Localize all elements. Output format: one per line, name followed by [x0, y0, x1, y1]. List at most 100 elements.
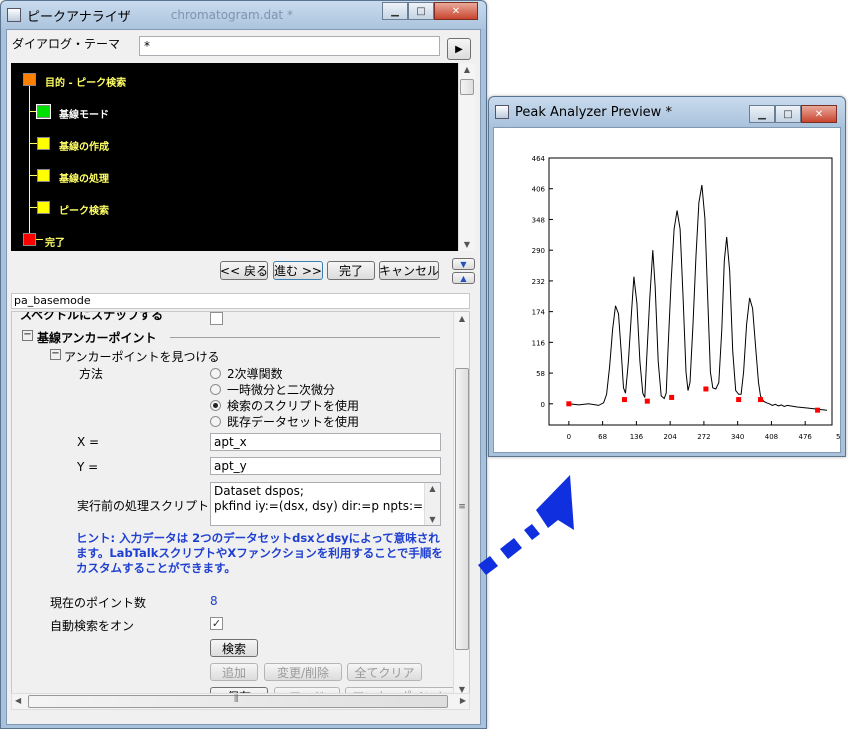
snap-to-spectrum-label: スペクトルにスナップする — [20, 311, 164, 322]
add-button: 追加 — [210, 663, 258, 681]
anchor-point — [815, 407, 821, 413]
pointer-arrow-icon — [478, 475, 574, 575]
subsection-expander[interactable]: − — [50, 349, 61, 360]
anchor-point — [621, 397, 627, 403]
script-line: pkfind iy:=(dsx, dsy) dir:=p npts:=5 val… — [214, 499, 441, 513]
chevron-up-icon: ▲ — [460, 273, 467, 283]
method-option-label: 2次導関数 — [227, 367, 283, 381]
find-button[interactable]: 検索 — [210, 639, 258, 657]
next-button[interactable]: 進む >> — [273, 261, 323, 280]
y-dataset-input[interactable]: apt_y — [210, 457, 441, 475]
snap-to-spectrum-checkbox[interactable] — [210, 312, 223, 325]
maximize-icon[interactable]: □ — [408, 2, 434, 20]
preview-window: Peak Analyzer Preview * ▁ □ ✕ 0 58 116 174 2… — [488, 96, 848, 457]
collapse-down-button[interactable]: ▼ — [452, 258, 475, 270]
minimize-icon[interactable]: ▁ — [382, 2, 408, 20]
grip-icon: ⦀ — [234, 694, 239, 705]
pre-script-scrollbar[interactable]: ▲ ▼ — [424, 483, 440, 525]
tree-scrollbar[interactable]: ▲ ▼ — [458, 63, 475, 251]
preview-chart-area: 0 58 116 174 232 290 348 406 464 0 68 136 204 272 340 4… — [493, 127, 848, 453]
method-option-label: 既存データセットを使用 — [227, 415, 360, 429]
preview-chart: 0 58 116 174 232 290 348 406 464 0 68 136 204 272 340 4… — [532, 155, 848, 441]
close-icon[interactable]: ✕ — [434, 2, 478, 20]
caption-buttons: ▁ □ ✕ — [382, 2, 478, 20]
y-tick-label: 0 — [541, 401, 545, 409]
play-icon: ▶ — [455, 43, 463, 55]
method-radio-selected[interactable] — [210, 400, 221, 411]
x-tick-label: 340 — [731, 433, 744, 441]
y-tick-label: 348 — [532, 216, 545, 224]
point-count-label: 現在のポイント数 — [50, 596, 147, 610]
y-tick-label: 464 — [532, 155, 546, 163]
scroll-down-icon[interactable]: ▼ — [459, 240, 475, 249]
scroll-up-icon[interactable]: ▲ — [425, 484, 440, 493]
finish-button[interactable]: 完了 — [327, 261, 375, 280]
tree-node-label[interactable]: 基線モード — [59, 106, 109, 121]
scroll-down-icon[interactable]: ▼ — [425, 515, 440, 524]
auto-find-checkbox[interactable]: ✓ — [210, 617, 223, 630]
x-tick-label: 204 — [663, 433, 677, 441]
dialog-theme-input[interactable]: * — [139, 36, 440, 56]
x-tick-label: 0 — [567, 433, 571, 441]
collapse-up-button[interactable]: ▲ — [452, 272, 475, 284]
method-radio[interactable] — [210, 384, 221, 395]
horizontal-scrollbar[interactable]: ◀ ⦀ ▶ — [11, 693, 470, 710]
x-tick-label: 136 — [630, 433, 644, 441]
scroll-up-icon[interactable]: ▲ — [454, 314, 469, 323]
tree-node-icon[interactable] — [36, 104, 51, 119]
tree-connector — [29, 83, 30, 239]
anchor-point — [758, 397, 764, 403]
window-title-ghost: chromatogram.dat * — [170, 8, 293, 22]
pre-script-label: 実行前の処理スクリプト — [77, 499, 210, 513]
pre-script-textarea[interactable]: Dataset dspos; pkfind iy:=(dsx, dsy) dir… — [210, 482, 441, 526]
plot-frame — [548, 157, 833, 426]
scroll-up-icon[interactable]: ▲ — [459, 65, 475, 74]
scroll-right-icon[interactable]: ▶ — [460, 696, 466, 705]
dialog-theme-label: ダイアログ・テーマ — [12, 37, 121, 51]
method-radio[interactable] — [210, 368, 221, 379]
settings-panel: スペクトルにスナップする − 基線アンカーポイント − アンカーポイントを見つけ… — [11, 311, 470, 710]
tree-node-icon[interactable] — [37, 169, 50, 182]
anchor-point — [644, 398, 650, 404]
cancel-button[interactable]: キャンセル — [379, 261, 439, 280]
script-line: Dataset dspos; — [214, 484, 304, 498]
minimize-icon[interactable]: ▁ — [749, 105, 775, 123]
tree-node-label[interactable]: ピーク検索 — [59, 202, 109, 217]
section-expander[interactable]: − — [22, 330, 33, 341]
y-tick-label: 58 — [536, 370, 545, 378]
method-option-label: 一時微分と二次微分 — [227, 383, 336, 397]
signal-line — [568, 184, 828, 411]
tree-node-label[interactable]: 目的 - ピーク検索 — [45, 74, 126, 89]
tree-node-icon[interactable] — [37, 201, 50, 214]
x-tick-label: 272 — [697, 433, 710, 441]
maximize-icon[interactable]: □ — [775, 105, 801, 123]
hint-text: ヒント: 入力データは 2つのデータセットdsxとdsyによって意味されます。L… — [76, 531, 443, 575]
page-name-field: pa_basemode — [11, 293, 470, 309]
auto-find-label: 自動検索をオン — [50, 619, 135, 633]
y-tick-label: 406 — [532, 186, 546, 194]
scroll-left-icon[interactable]: ◀ — [15, 696, 21, 705]
peak-analyzer-window: ピークアナライザ chromatogram.dat * ▁ □ ✕ ダイアログ・… — [0, 0, 487, 729]
tree-node-label[interactable]: 基線の作成 — [59, 138, 109, 153]
tree-node-icon[interactable] — [23, 233, 36, 246]
anchor-point — [669, 394, 675, 400]
prev-button[interactable]: << 戻る — [220, 261, 268, 280]
tree-node-icon[interactable] — [37, 137, 50, 150]
section-title: 基線アンカーポイント — [37, 331, 157, 345]
modify-delete-button: 変更/削除 — [264, 663, 342, 681]
theme-menu-button[interactable]: ▶ — [447, 38, 471, 60]
close-icon[interactable]: ✕ — [801, 105, 837, 123]
tree-node-label[interactable]: 完了 — [45, 234, 65, 249]
method-radio[interactable] — [210, 416, 221, 427]
tree-node-label[interactable]: 基線の処理 — [59, 170, 109, 185]
preview-caption-buttons: ▁ □ ✕ — [749, 105, 837, 123]
x-dataset-input[interactable]: apt_x — [210, 433, 441, 451]
method-label: 方法 — [79, 367, 104, 381]
clear-all-button: 全てクリア — [347, 663, 422, 681]
settings-scrollbar[interactable]: ▲ ≡ ▼ — [453, 312, 469, 696]
scroll-thumb[interactable] — [460, 79, 474, 95]
tree-node-icon[interactable] — [23, 73, 36, 86]
y-tick-label: 116 — [532, 339, 546, 347]
x-label: X = — [77, 435, 100, 449]
y-tick-label: 232 — [532, 278, 545, 286]
